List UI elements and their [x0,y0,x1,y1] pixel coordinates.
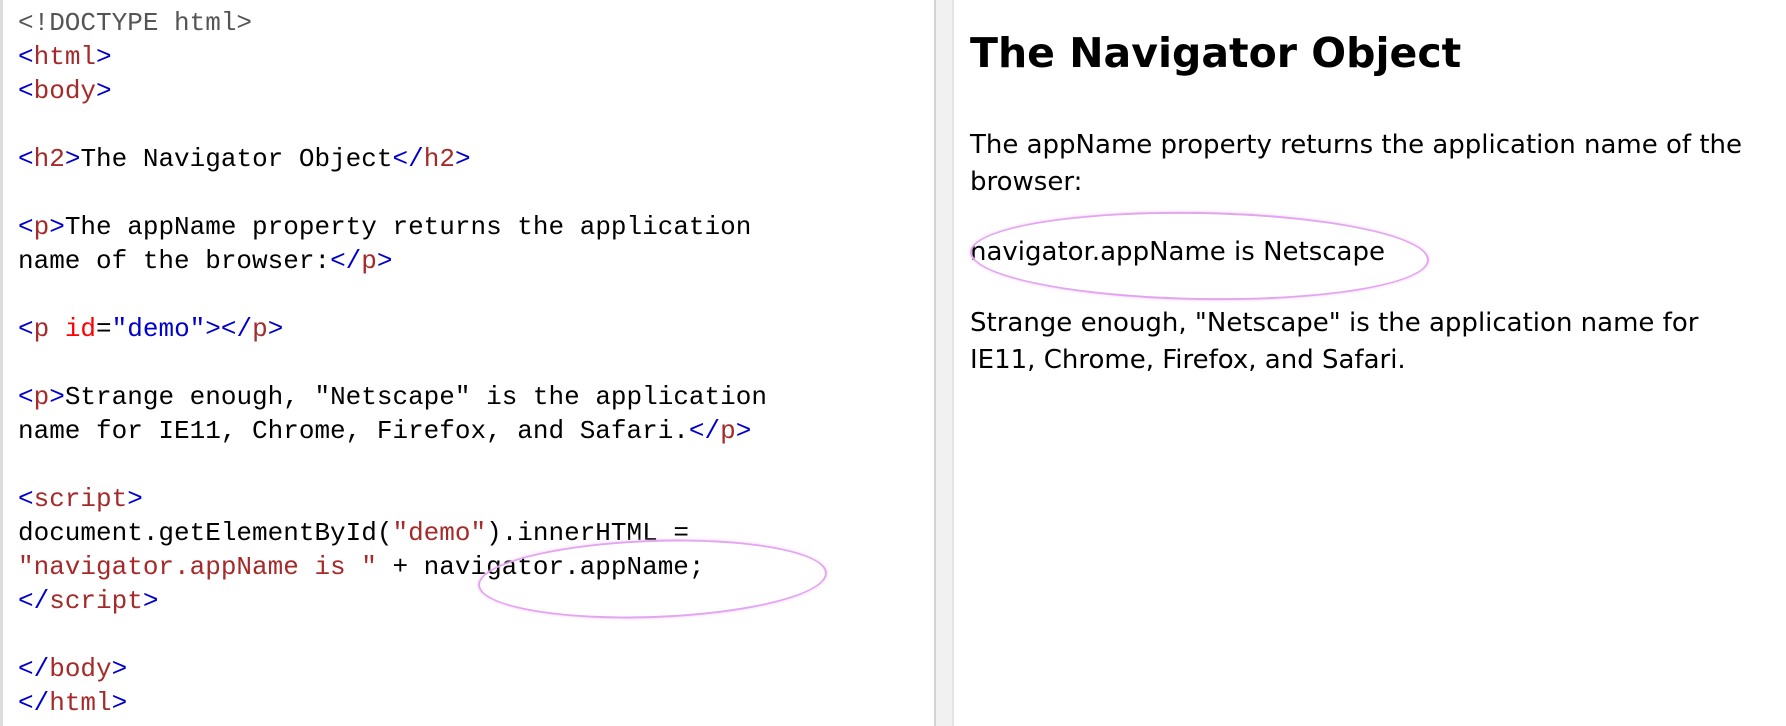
code-line: <h2>The Navigator Object</h2> [18,142,767,176]
code-token: h2 [423,144,455,174]
pane-splitter[interactable] [934,0,954,726]
result-heading: The Navigator Object [970,29,1462,77]
code-line: <p id="demo"></p> [18,312,767,346]
result-note-paragraph: Strange enough, "Netscape" is the applic… [970,308,1699,375]
code-token: body [33,76,97,106]
code-token: > [127,484,143,514]
code-token: html [33,42,97,72]
code-token: script [33,484,128,514]
code-token: < [18,212,34,242]
code-token: > [111,688,128,718]
code-token: id [64,314,97,344]
code-line: <body> [18,74,767,108]
code-token: < [18,144,34,174]
code-line: <script> [18,482,767,516]
code-line: name for IE11, Chrome, Firefox, and Safa… [18,414,767,448]
code-line: </html> [18,686,767,720]
code-token: > [267,314,284,344]
code-token: p [252,314,268,344]
code-token: p [33,314,50,344]
code-token: body [49,654,112,684]
code-token: < [18,382,34,412]
code-token: </ [392,144,424,174]
code-token: html [49,688,112,718]
code-token: "demo" [111,314,206,344]
code-line: <html> [18,40,767,74]
code-token: p [720,416,736,446]
code-token: </ [18,688,50,718]
code-line: <p>The appName property returns the appl… [18,210,767,244]
code-token: p [33,212,50,242]
code-token: > [49,382,65,412]
code-token: The appName property returns the applica… [64,212,752,242]
code-token: > [142,586,159,616]
code-token: </ [330,246,362,276]
code-token: < [18,76,34,106]
code-token: h2 [33,144,65,174]
code-token: > [96,76,112,106]
code-line: name of the browser:</p> [18,244,767,278]
code-token: </ [18,586,50,616]
code-token: name of the browser: [18,246,331,276]
code-token: Strange enough, "Netscape" is the applic… [64,382,767,412]
result-pane: The Navigator Object The appName propert… [954,0,1786,726]
code-token: > [376,246,393,276]
code-line: <p>Strange enough, "Netscape" is the app… [18,380,767,414]
code-token: p [361,246,377,276]
code-token: < [18,484,34,514]
code-token: > [49,212,65,242]
code-token: The Navigator Object [80,144,393,174]
code-token: = [96,314,112,344]
code-token: > [64,144,81,174]
code-token: ></ [205,314,253,344]
code-token: document.getElementById( [18,518,393,548]
code-token: "navigator.appName is " [18,552,377,582]
code-token: <!DOCTYPE html> [18,8,253,38]
code-editor-pane[interactable]: <!DOCTYPE html> <html> <body> <h2>The Navig… [0,0,934,726]
code-token: > [96,42,112,72]
code-token: name for IE11, Chrome, Firefox, and Safa… [18,416,689,446]
code-token: > [454,144,471,174]
result-intro-paragraph: The appName property returns the applica… [970,130,1743,197]
code-token: </ [18,654,50,684]
code-token: < [18,314,34,344]
code-token: < [18,42,34,72]
code-token: > [735,416,752,446]
code-token: "demo" [392,518,487,548]
code-line: </body> [18,652,767,686]
code-token: script [49,586,143,616]
code-token: p [33,382,50,412]
code-token: </ [688,416,721,446]
code-token: > [111,654,128,684]
code-line: <!DOCTYPE html> [18,6,767,40]
